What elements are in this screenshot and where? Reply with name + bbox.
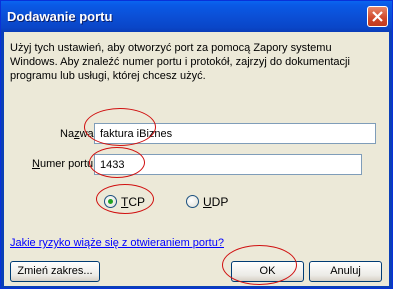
add-port-dialog: Dodawanie portu Użyj tych ustawień, aby …	[0, 0, 393, 289]
dialog-title: Dodawanie portu	[7, 9, 113, 24]
tcp-radio-circle	[104, 195, 117, 208]
name-label: Nazwa:	[60, 128, 97, 140]
cancel-button[interactable]: Anuluj	[309, 261, 382, 282]
title-bar[interactable]: Dodawanie portu	[1, 1, 392, 32]
port-number-input[interactable]: 1433	[94, 154, 362, 175]
risk-help-link[interactable]: Jakie ryzyko wiąże się z otwieraniem por…	[10, 237, 224, 249]
change-scope-button[interactable]: Zmień zakres...	[10, 261, 100, 282]
dialog-body: Użyj tych ustawień, aby otworzyć port za…	[4, 32, 389, 286]
description-text: Użyj tych ustawień, aby otworzyć port za…	[10, 42, 350, 82]
port-number-label: Numer portu:	[32, 158, 97, 170]
name-input[interactable]: faktura iBiznes	[94, 123, 376, 144]
close-button[interactable]	[367, 6, 388, 27]
ok-button[interactable]: OK	[231, 261, 304, 282]
close-icon	[372, 11, 383, 22]
udp-label: UDP	[203, 195, 229, 209]
udp-radio-circle	[186, 195, 199, 208]
tcp-label: TCP	[121, 195, 146, 209]
tcp-selected-dot	[108, 199, 113, 204]
